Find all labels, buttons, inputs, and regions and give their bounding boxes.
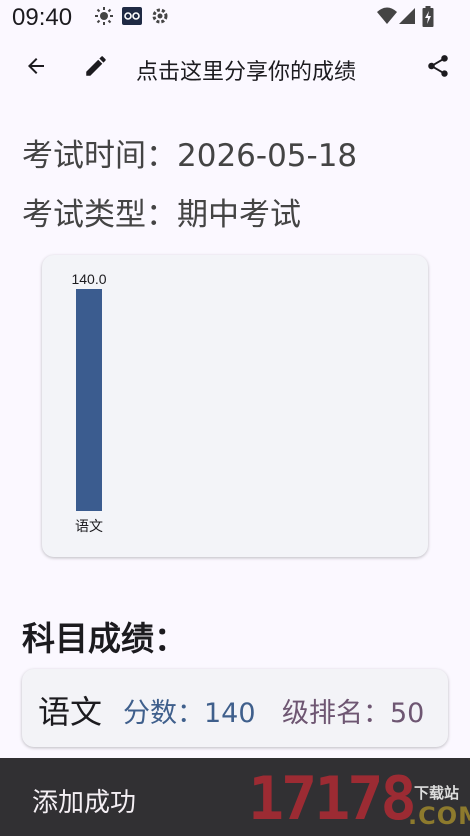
subject-score-card[interactable]: 语文 分数：140 级排名：50 bbox=[22, 669, 448, 747]
app-bar-title[interactable]: 点击这里分享你的成绩 bbox=[136, 54, 356, 86]
brightness-icon bbox=[94, 6, 114, 30]
score-chart-card: 140.0 语文 bbox=[42, 255, 428, 557]
bar-value-label: 140.0 bbox=[71, 271, 106, 287]
score-text: 分数：140 bbox=[123, 691, 256, 730]
subject-name: 语文 bbox=[38, 693, 103, 731]
share-icon bbox=[425, 53, 451, 83]
rank-value: 50 bbox=[390, 698, 425, 729]
exam-date-label: 考试时间： bbox=[22, 138, 177, 174]
exam-date-value: 2026-05-18 bbox=[177, 138, 358, 174]
exam-type-value: 期中考试 bbox=[177, 197, 301, 233]
back-arrow-icon bbox=[24, 54, 48, 82]
score-value: 140 bbox=[204, 698, 256, 729]
edit-button[interactable] bbox=[72, 44, 120, 92]
chart-bar bbox=[76, 289, 102, 511]
watermark-tag: 下载站 bbox=[414, 784, 460, 802]
rank-label: 级排名： bbox=[282, 698, 390, 729]
snackbar: 添加成功 17178 下载站 .COM bbox=[0, 758, 470, 836]
bar-category-label: 语文 bbox=[75, 519, 103, 535]
wifi-icon bbox=[376, 6, 398, 30]
exam-date-row: 考试时间：2026-05-18 bbox=[22, 130, 357, 175]
rank-text: 级排名：50 bbox=[282, 691, 424, 730]
score-label: 分数： bbox=[123, 698, 204, 729]
edit-pencil-icon bbox=[83, 53, 109, 83]
watermark-number: 17178 bbox=[248, 764, 417, 834]
exam-type-row: 考试类型：期中考试 bbox=[22, 189, 301, 234]
settings-icon bbox=[150, 6, 170, 30]
cell-signal-icon bbox=[398, 6, 416, 30]
exam-type-label: 考试类型： bbox=[22, 197, 177, 233]
share-button[interactable] bbox=[414, 44, 462, 92]
score-bar-chart: 140.0 语文 bbox=[71, 271, 106, 535]
snackbar-message: 添加成功 bbox=[32, 788, 137, 818]
status-time: 09:40 bbox=[12, 4, 73, 31]
battery-charging-icon bbox=[422, 6, 434, 32]
watermark-domain: .COM bbox=[408, 802, 470, 830]
section-title: 科目成绩： bbox=[22, 619, 187, 658]
watermark-logo: 17178 下载站 .COM bbox=[248, 760, 470, 834]
app-notification-icon bbox=[121, 6, 143, 30]
back-button[interactable] bbox=[12, 44, 60, 92]
app-bar: 点击这里分享你的成绩 bbox=[0, 36, 470, 100]
status-bar: 09:40 bbox=[0, 0, 470, 36]
